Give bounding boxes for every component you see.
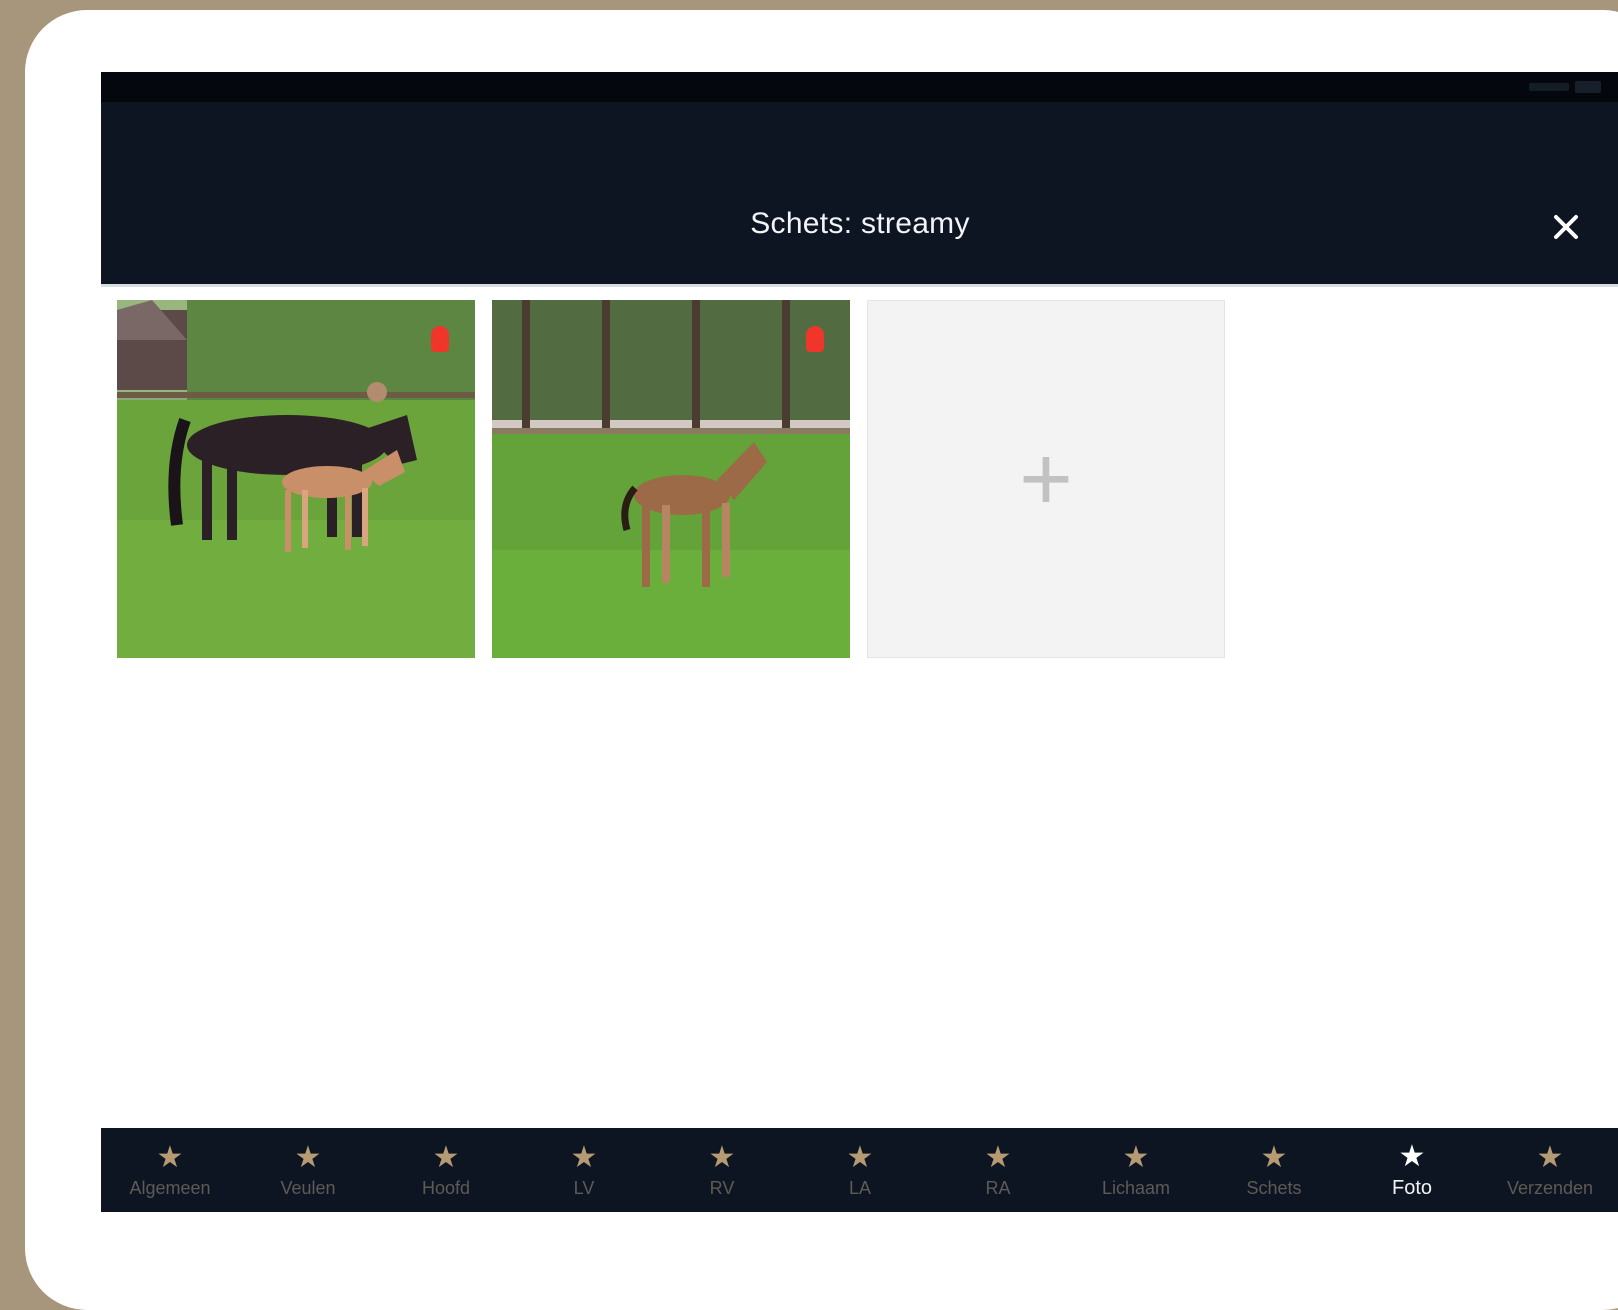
tab-label: Veulen — [280, 1178, 336, 1198]
star-icon: ★ — [708, 1141, 736, 1174]
tab-foto[interactable]: ★ Foto — [1346, 1128, 1478, 1212]
delete-marker[interactable] — [431, 326, 449, 352]
page-title: Schets: streamy — [750, 207, 970, 240]
tab-algemeen[interactable]: ★ Algemeen — [104, 1128, 236, 1212]
tab-label: Schets — [1246, 1178, 1302, 1198]
modal-header: Schets: streamy — [101, 102, 1618, 284]
tab-label: Hoofd — [421, 1178, 471, 1198]
plus-icon: + — [1019, 428, 1073, 530]
tab-label: Foto — [1391, 1177, 1433, 1199]
add-photo-button[interactable]: + — [867, 300, 1225, 658]
star-icon: ★ — [1260, 1141, 1288, 1174]
photo-gallery: + — [117, 300, 1225, 658]
close-button[interactable] — [1549, 210, 1583, 244]
tab-ra[interactable]: ★ RA — [932, 1128, 1064, 1212]
star-icon: ★ — [570, 1141, 598, 1174]
star-icon: ★ — [1122, 1141, 1150, 1174]
wifi-icon — [1529, 83, 1569, 91]
foal-in-meadow-photo — [492, 300, 850, 658]
app-screen: Schets: streamy + ★ Algemeen ★ Veulen ★ … — [101, 72, 1618, 1212]
star-icon: ★ — [294, 1141, 322, 1174]
tablet-device: Schets: streamy + ★ Algemeen ★ Veulen ★ … — [25, 10, 1618, 1310]
delete-marker[interactable] — [806, 326, 824, 352]
tab-verzenden[interactable]: ★ Verzenden — [1484, 1128, 1616, 1212]
tab-label: Verzenden — [1506, 1178, 1594, 1198]
tab-lichaam[interactable]: ★ Lichaam — [1070, 1128, 1202, 1212]
tab-label: RA — [985, 1178, 1011, 1198]
tab-lv[interactable]: ★ LV — [518, 1128, 650, 1212]
star-icon: ★ — [846, 1141, 874, 1174]
mare-with-foal-photo — [117, 300, 475, 658]
tab-label: Algemeen — [129, 1178, 211, 1198]
photo-thumbnail-mare-with-foal[interactable] — [117, 300, 475, 658]
battery-icon — [1575, 81, 1601, 93]
close-icon — [1554, 215, 1578, 239]
header-divider — [101, 284, 1618, 287]
tab-schets[interactable]: ★ Schets — [1208, 1128, 1340, 1212]
tab-rv[interactable]: ★ RV — [656, 1128, 788, 1212]
tab-label: LV — [573, 1178, 595, 1198]
status-bar — [101, 72, 1618, 102]
tab-label: Lichaam — [1101, 1178, 1171, 1198]
star-icon: ★ — [1536, 1141, 1564, 1174]
tab-label: RV — [709, 1178, 735, 1198]
tab-la[interactable]: ★ LA — [794, 1128, 926, 1212]
photo-thumbnail-foal-in-meadow[interactable] — [492, 300, 850, 658]
star-icon: ★ — [984, 1141, 1012, 1174]
star-icon: ★ — [1398, 1140, 1426, 1173]
bottom-tab-bar: ★ Algemeen ★ Veulen ★ Hoofd ★ LV ★ RV ★ … — [101, 1128, 1618, 1212]
star-icon: ★ — [156, 1141, 184, 1174]
status-indicators — [1511, 80, 1601, 94]
tab-veulen[interactable]: ★ Veulen — [242, 1128, 374, 1212]
tab-label: LA — [848, 1178, 872, 1198]
tab-hoofd[interactable]: ★ Hoofd — [380, 1128, 512, 1212]
star-icon: ★ — [432, 1141, 460, 1174]
